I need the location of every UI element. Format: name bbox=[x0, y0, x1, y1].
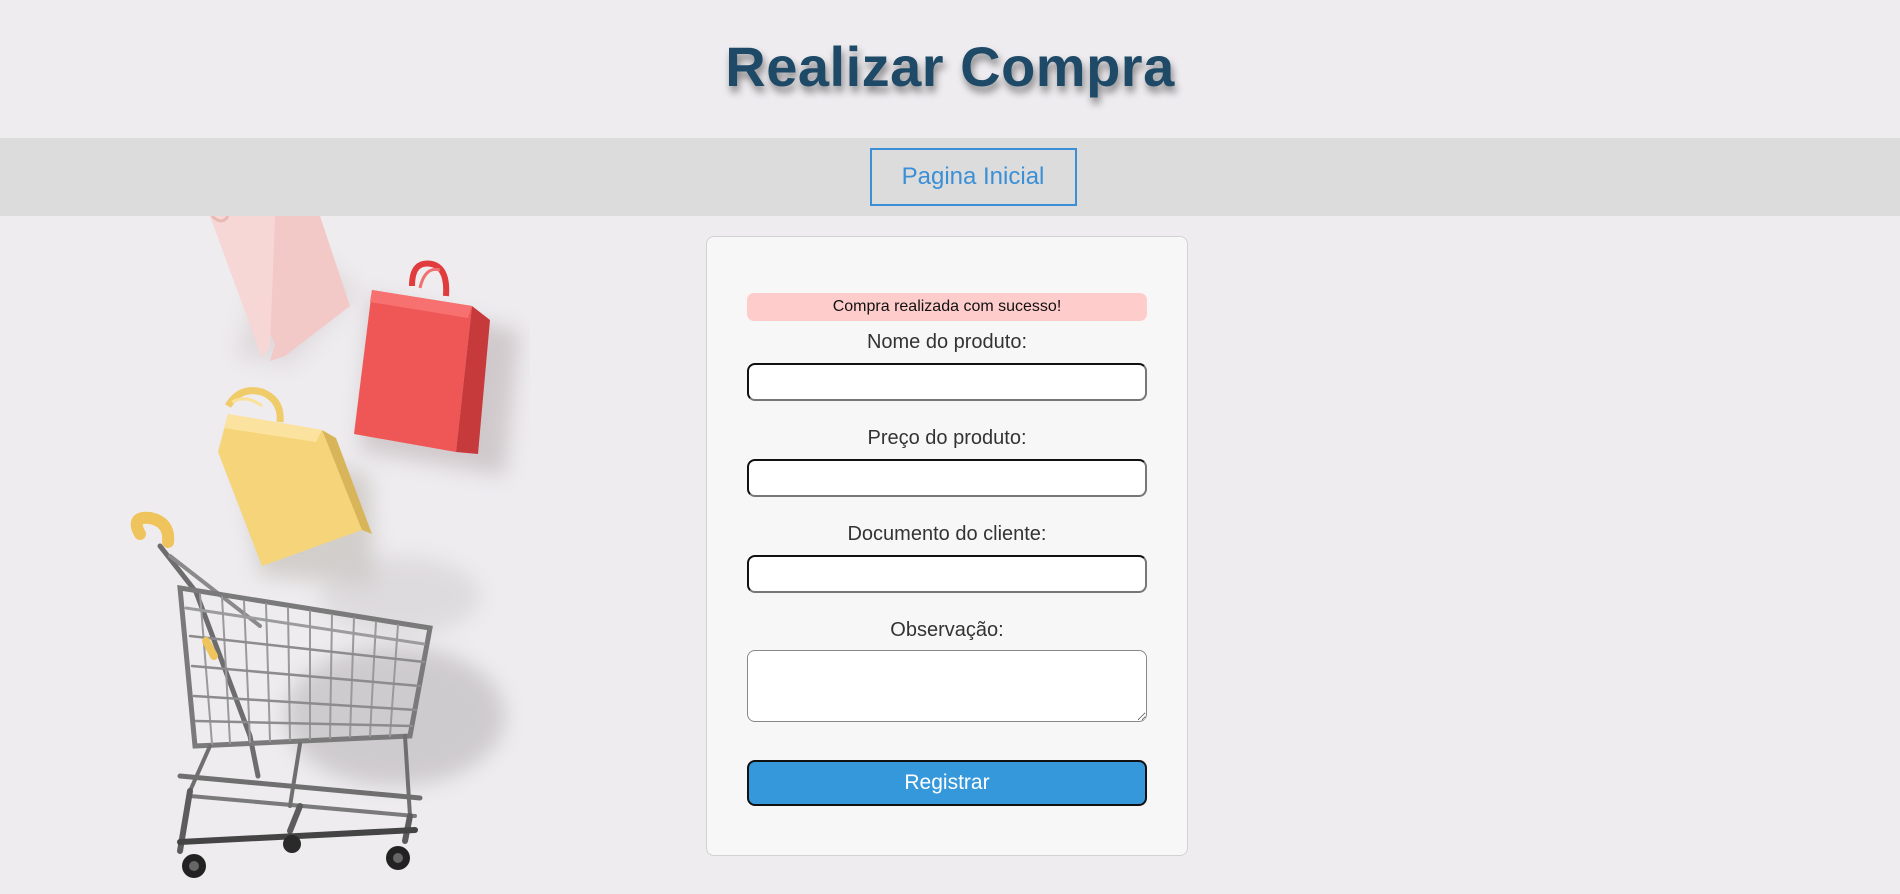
notes-textarea[interactable] bbox=[747, 650, 1147, 722]
red-bag-icon bbox=[354, 260, 520, 476]
customer-document-label: Documento do cliente: bbox=[847, 523, 1047, 545]
notes-label: Observação: bbox=[890, 619, 1004, 641]
purchase-form: Compra realizada com sucesso! Nome do pr… bbox=[706, 236, 1188, 856]
page-header: Realizar Compra bbox=[0, 0, 1900, 138]
home-button[interactable]: Pagina Inicial bbox=[869, 148, 1077, 206]
pink-bag-icon bbox=[210, 216, 360, 366]
product-name-label: Nome do produto: bbox=[866, 331, 1028, 353]
product-price-input[interactable] bbox=[747, 459, 1147, 497]
product-name-input[interactable] bbox=[747, 363, 1147, 401]
shopping-illustration-svg bbox=[130, 216, 520, 878]
yellow-bag-icon bbox=[218, 387, 375, 586]
success-alert: Compra realizada com sucesso! bbox=[747, 293, 1147, 321]
customer-document-input[interactable] bbox=[747, 555, 1147, 593]
product-price-label: Preço do produto: bbox=[867, 427, 1027, 449]
page-title: Realizar Compra bbox=[725, 35, 1175, 98]
register-button[interactable]: Registrar bbox=[747, 760, 1147, 806]
nav-bar: Pagina Inicial bbox=[0, 138, 1900, 216]
shopping-cart-illustration bbox=[0, 216, 530, 894]
